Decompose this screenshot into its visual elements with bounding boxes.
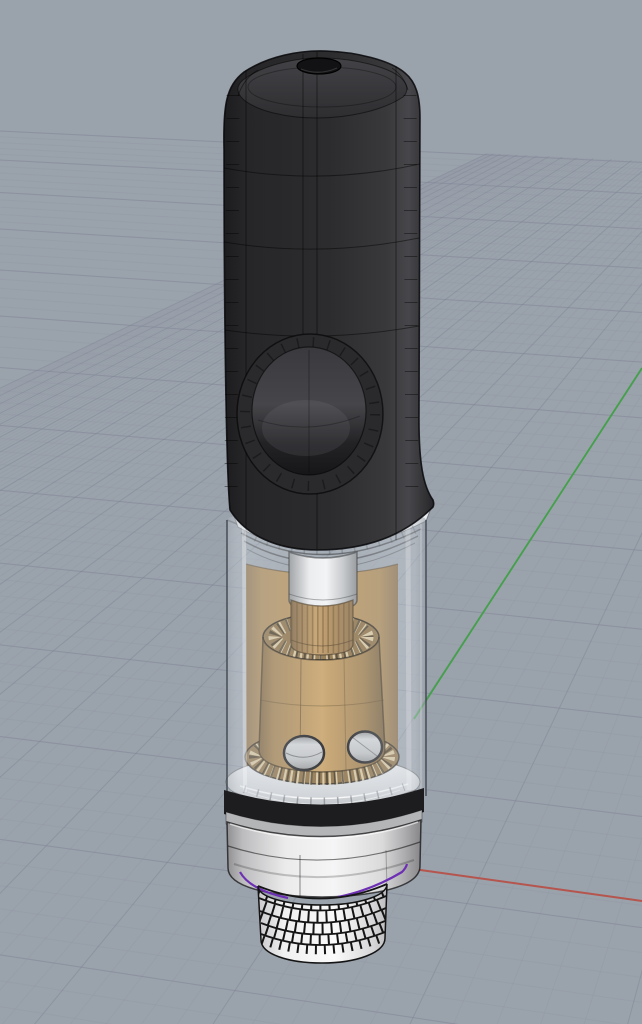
viewport[interactable] — [0, 0, 642, 1024]
mouthpiece[interactable] — [223, 50, 435, 551]
cartridge-model[interactable] — [223, 50, 435, 964]
mouth-hole[interactable] — [296, 57, 342, 75]
scoop-sheen — [262, 400, 350, 456]
glass-highlight — [242, 525, 247, 793]
glass-tank[interactable] — [226, 510, 427, 798]
glass-highlight — [405, 523, 412, 791]
glass-wall[interactable] — [227, 510, 426, 798]
glass-tank-internals[interactable] — [225, 507, 432, 809]
front-scoop[interactable] — [236, 333, 384, 495]
